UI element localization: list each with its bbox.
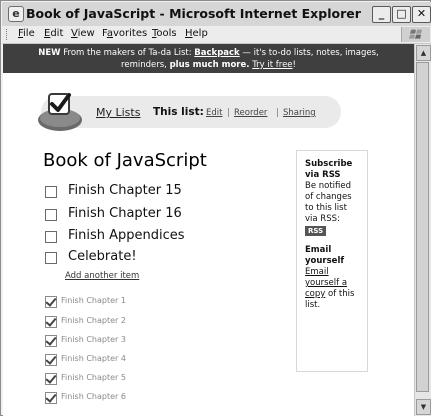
menu-help[interactable]: Help: [185, 28, 208, 39]
completed-item: Finish Chapter 4: [43, 353, 243, 369]
rss-icon[interactable]: RSS: [305, 226, 327, 236]
tada-logo-icon: [37, 88, 83, 134]
completed-checkbox[interactable]: [45, 373, 57, 385]
menu-bar: File Edit View Favorites Tools Help: [2, 26, 431, 44]
rss-heading: Subscribe via RSS: [305, 159, 353, 180]
scrollbar-thumb[interactable]: [416, 62, 429, 392]
page-viewport: NEW From the makers of Ta-da List: Backp…: [3, 44, 414, 416]
minimize-button[interactable]: _: [372, 6, 391, 23]
window-title: Book of JavaScript - Microsoft Internet …: [26, 6, 361, 21]
list-title: Book of JavaScript: [43, 150, 207, 171]
completed-item: Finish Chapter 2: [43, 315, 243, 331]
windows-logo-icon: [401, 27, 430, 42]
todo-checkbox[interactable]: [45, 186, 57, 198]
email-heading: Email yourself: [305, 245, 345, 266]
menu-edit[interactable]: Edit: [44, 28, 63, 39]
scroll-down-icon[interactable]: ▼: [416, 399, 431, 415]
todo-label: Finish Chapter 16: [68, 206, 182, 221]
sidebar-box: Subscribe via RSS Be notified of changes…: [296, 150, 368, 372]
completed-label: Finish Chapter 2: [61, 316, 126, 325]
todo-item: Finish Chapter 15: [43, 183, 283, 203]
close-button[interactable]: ✕: [412, 6, 431, 23]
todo-label: Finish Chapter 15: [68, 183, 182, 198]
completed-checkbox[interactable]: [45, 392, 57, 404]
add-item-link[interactable]: Add another item: [65, 271, 139, 281]
completed-item: Finish Chapter 6: [43, 391, 243, 407]
completed-label: Finish Chapter 3: [61, 335, 126, 344]
todo-label: Finish Appendices: [68, 228, 185, 243]
completed-checkbox[interactable]: [45, 335, 57, 347]
menu-file[interactable]: File: [18, 28, 35, 39]
completed-item: Finish Chapter 3: [43, 334, 243, 350]
todo-checkbox[interactable]: [45, 252, 57, 264]
menu-favorites[interactable]: Favorites: [102, 28, 147, 39]
scroll-up-icon[interactable]: ▲: [416, 45, 431, 61]
todo-item: Finish Appendices: [43, 228, 283, 248]
completed-checkbox[interactable]: [45, 316, 57, 328]
todo-label: Celebrate!: [68, 249, 137, 264]
sharing-link[interactable]: Sharing: [283, 108, 316, 118]
todo-checkbox[interactable]: [45, 231, 57, 243]
completed-item: Finish Chapter 1: [43, 295, 243, 311]
rss-description: Be notified of changes to this list via …: [305, 181, 352, 224]
edit-link[interactable]: Edit: [206, 108, 222, 118]
completed-checkbox[interactable]: [45, 354, 57, 366]
completed-checkbox[interactable]: [45, 296, 57, 308]
backpack-link[interactable]: Backpack: [194, 48, 239, 58]
try-it-free-link[interactable]: Try it free: [252, 60, 292, 70]
menu-tools[interactable]: Tools: [152, 28, 177, 39]
completed-label: Finish Chapter 4: [61, 354, 126, 363]
completed-item: Finish Chapter 5: [43, 372, 243, 388]
my-lists-link[interactable]: My Lists: [96, 106, 140, 119]
title-bar: e Book of JavaScript - Microsoft Interne…: [2, 2, 431, 27]
todo-item: Finish Chapter 16: [43, 206, 283, 226]
promo-banner: NEW From the makers of Ta-da List: Backp…: [3, 44, 414, 73]
vertical-scrollbar[interactable]: ▲ ▼: [414, 44, 431, 416]
completed-label: Finish Chapter 1: [61, 296, 126, 305]
todo-checkbox[interactable]: [45, 209, 57, 221]
completed-label: Finish Chapter 5: [61, 373, 126, 382]
ie-icon: e: [8, 6, 24, 22]
maximize-button[interactable]: □: [392, 6, 411, 23]
toolbar-grip[interactable]: [6, 29, 10, 40]
nav-separator: |: [276, 108, 279, 118]
nav-separator: |: [227, 108, 230, 118]
menu-view[interactable]: View: [71, 28, 95, 39]
browser-window: e Book of JavaScript - Microsoft Interne…: [0, 0, 431, 416]
this-list-label: This list:: [153, 106, 204, 118]
todo-item: Celebrate!: [43, 249, 283, 269]
completed-label: Finish Chapter 6: [61, 392, 126, 401]
reorder-link[interactable]: Reorder: [234, 108, 267, 118]
